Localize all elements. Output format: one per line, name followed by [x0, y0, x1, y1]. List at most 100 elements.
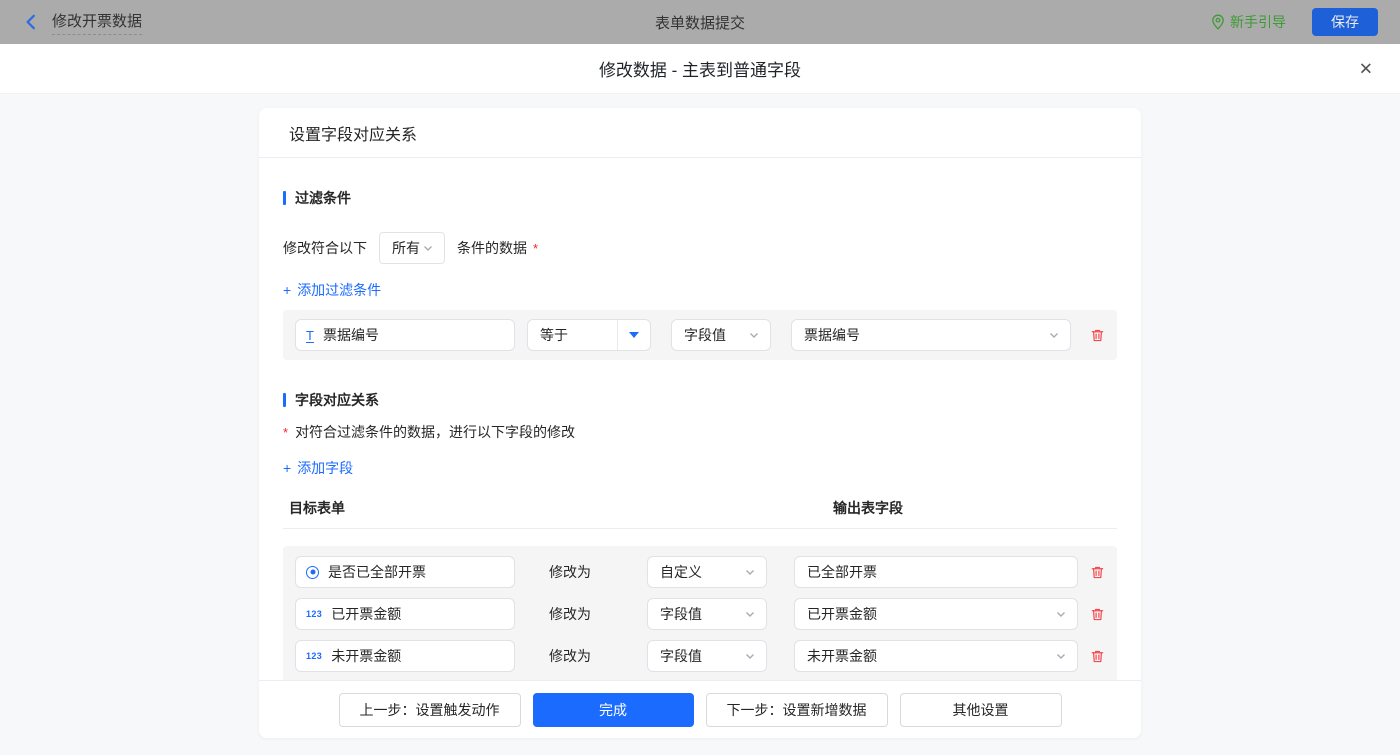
chevron-down-icon — [422, 242, 434, 254]
output-field-select[interactable]: 未开票金额 — [794, 640, 1078, 672]
modify-to-label: 修改为 — [549, 562, 591, 582]
add-filter-label: 添加过滤条件 — [297, 280, 381, 300]
target-field-name: 是否已全部开票 — [328, 562, 426, 582]
modal-title: 修改数据 - 主表到普通字段 — [599, 56, 801, 81]
modify-type-value: 字段值 — [648, 604, 744, 624]
mapping-note-text: 对符合过滤条件的数据，进行以下字段的修改 — [295, 422, 575, 442]
filter-field-box[interactable]: T 票据编号 — [295, 319, 515, 351]
mapping-row: 是否已全部开票 修改为 自定义 — [295, 556, 1105, 588]
match-mode-select[interactable]: 所有 — [379, 232, 445, 264]
trash-icon — [1090, 649, 1105, 664]
modify-type-value: 字段值 — [648, 646, 744, 666]
panel-footer: 上一步：设置触发动作 完成 下一步：设置新增数据 其他设置 — [259, 680, 1141, 738]
modify-to-label: 修改为 — [549, 604, 591, 624]
operator-value: 等于 — [528, 325, 617, 345]
chevron-down-icon — [1048, 329, 1060, 341]
target-field-name: 未开票金额 — [331, 646, 401, 666]
match-condition-row: 修改符合以下 所有 条件的数据 * — [283, 232, 1117, 264]
modify-type-value: 自定义 — [648, 562, 744, 582]
topbar: 修改开票数据 表单数据提交 新手引导 保存 — [0, 0, 1400, 44]
chevron-down-icon — [748, 329, 760, 341]
delete-filter-button[interactable] — [1090, 328, 1105, 343]
number-field-icon: 123 — [306, 609, 322, 619]
filter-section-label: 过滤条件 — [295, 188, 351, 208]
modify-to-label: 修改为 — [549, 646, 591, 666]
plus-icon: + — [283, 460, 291, 476]
match-suffix: 条件的数据 — [457, 238, 527, 258]
next-step-button[interactable]: 下一步：设置新增数据 — [706, 693, 888, 727]
settings-panel: 设置字段对应关系 过滤条件 修改符合以下 所有 条件的数据 * + — [259, 108, 1141, 738]
save-button[interactable]: 保存 — [1312, 8, 1378, 36]
filter-section-title: 过滤条件 — [283, 188, 1117, 208]
guide-label: 新手引导 — [1230, 12, 1286, 32]
mapping-rows-container: 是否已全部开票 修改为 自定义 — [283, 546, 1117, 680]
target-field-box[interactable]: 123 已开票金额 — [295, 598, 515, 630]
filter-field-name: 票据编号 — [323, 325, 379, 345]
modal-header: 修改数据 - 主表到普通字段 ✕ — [0, 44, 1400, 94]
add-filter-condition-button[interactable]: + 添加过滤条件 — [283, 280, 381, 300]
node-title: 表单数据提交 — [655, 12, 745, 33]
filter-value-select[interactable]: 票据编号 — [791, 319, 1071, 351]
match-prefix: 修改符合以下 — [283, 238, 367, 258]
section-bar-icon — [283, 191, 286, 205]
add-field-button[interactable]: + 添加字段 — [283, 458, 353, 478]
trash-icon — [1090, 607, 1105, 622]
column-target-form: 目标表单 — [289, 498, 833, 518]
output-field-value: 未开票金额 — [795, 646, 1055, 666]
required-mark: * — [283, 425, 288, 440]
required-mark: * — [533, 241, 538, 256]
mapping-section-label: 字段对应关系 — [295, 390, 379, 410]
done-button[interactable]: 完成 — [533, 693, 694, 727]
guide-link[interactable]: 新手引导 — [1211, 12, 1286, 32]
target-field-box[interactable]: 是否已全部开票 — [295, 556, 515, 588]
text-field-icon: T — [306, 328, 314, 343]
panel-content: 过滤条件 修改符合以下 所有 条件的数据 * + 添加过滤条件 T — [259, 158, 1141, 680]
mapping-row: 123 已开票金额 修改为 字段值 已开票金额 — [295, 598, 1105, 630]
chevron-left-icon — [22, 13, 40, 31]
custom-value-input[interactable] — [794, 556, 1078, 588]
chevron-down-icon — [744, 566, 756, 578]
filter-value: 票据编号 — [792, 325, 1048, 345]
back-button[interactable] — [22, 13, 40, 31]
match-mode-value: 所有 — [380, 238, 422, 258]
value-type-value: 字段值 — [672, 325, 748, 345]
chevron-down-icon — [744, 608, 756, 620]
panel-title: 设置字段对应关系 — [259, 108, 1141, 158]
output-field-select[interactable]: 已开票金额 — [794, 598, 1078, 630]
number-field-icon: 123 — [306, 651, 322, 661]
other-settings-button[interactable]: 其他设置 — [900, 693, 1062, 727]
mapping-section-title: 字段对应关系 — [283, 390, 1117, 410]
delete-mapping-button[interactable] — [1090, 565, 1105, 580]
mapping-columns-header: 目标表单 输出表字段 — [283, 498, 1117, 518]
topbar-right: 新手引导 保存 — [1211, 8, 1378, 36]
operator-select[interactable]: 等于 — [527, 319, 651, 351]
delete-mapping-button[interactable] — [1090, 607, 1105, 622]
radio-field-icon — [306, 566, 319, 579]
target-field-box[interactable]: 123 未开票金额 — [295, 640, 515, 672]
filter-condition-row: T 票据编号 等于 字段值 票据编号 — [283, 310, 1117, 360]
modify-type-select[interactable]: 字段值 — [647, 640, 767, 672]
section-bar-icon — [283, 393, 286, 407]
trash-icon — [1090, 328, 1105, 343]
columns-divider — [283, 528, 1117, 529]
add-field-label: 添加字段 — [297, 458, 353, 478]
mapping-row: 123 未开票金额 修改为 字段值 未开票金额 — [295, 640, 1105, 672]
value-type-select[interactable]: 字段值 — [671, 319, 771, 351]
flow-title[interactable]: 修改开票数据 — [52, 10, 142, 35]
chevron-down-icon — [744, 650, 756, 662]
pin-icon — [1211, 14, 1225, 30]
close-icon[interactable]: ✕ — [1359, 60, 1373, 77]
chevron-down-icon — [1055, 608, 1067, 620]
modify-type-select[interactable]: 自定义 — [647, 556, 767, 588]
modal-body: 设置字段对应关系 过滤条件 修改符合以下 所有 条件的数据 * + — [0, 94, 1400, 755]
mapping-note: * 对符合过滤条件的数据，进行以下字段的修改 — [283, 422, 1117, 442]
plus-icon: + — [283, 282, 291, 298]
delete-mapping-button[interactable] — [1090, 649, 1105, 664]
output-field-value: 已开票金额 — [795, 604, 1055, 624]
caret-down-icon — [617, 320, 650, 350]
modify-type-select[interactable]: 字段值 — [647, 598, 767, 630]
topbar-left: 修改开票数据 — [22, 10, 142, 35]
prev-step-button[interactable]: 上一步：设置触发动作 — [339, 693, 521, 727]
target-field-name: 已开票金额 — [331, 604, 401, 624]
column-output-field: 输出表字段 — [833, 498, 903, 518]
